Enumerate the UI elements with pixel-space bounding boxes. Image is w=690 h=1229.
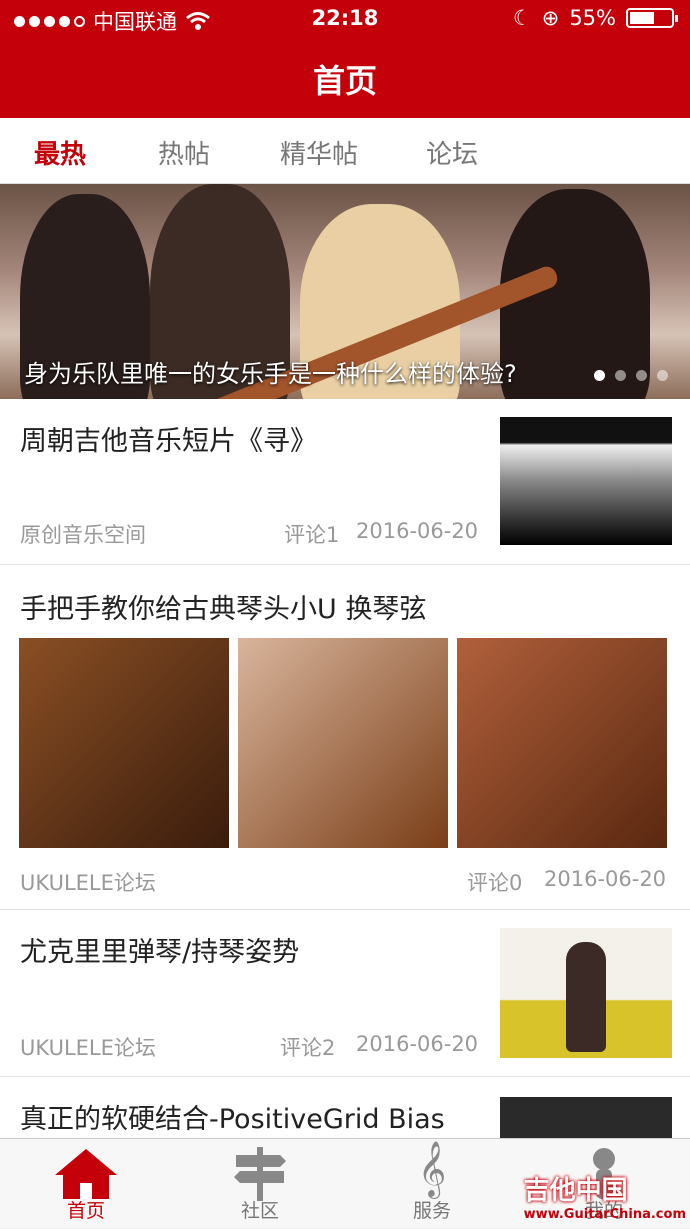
app-header: 中国联通 22:18 ☾ ⊕ 55% 首页 <box>0 0 690 118</box>
watermark-url: www.GuitarChina.com <box>523 1207 686 1222</box>
moon-icon: ☾ <box>512 6 532 30</box>
post-thumbnail <box>500 928 672 1058</box>
banner-pager <box>594 370 668 381</box>
battery-icon <box>626 8 678 28</box>
watermark-brand: 吉他中国 <box>523 1176 628 1206</box>
post-title: 尤克里里弹琴/持琴姿势 <box>20 937 300 968</box>
post-date: 2016-06-20 <box>356 519 479 543</box>
pager-dot <box>636 370 647 381</box>
banner-caption: 身为乐队里唯一的女乐手是一种什么样的体验? <box>24 360 517 388</box>
tab-hot-posts[interactable]: 热帖 <box>158 134 210 171</box>
home-icon <box>55 1149 117 1199</box>
bottom-tab-bar: 首页 社区 𝄞 服务 我的 吉他中国 www.GuitarChina.com <box>0 1138 690 1228</box>
tab-hottest[interactable]: 最热 <box>34 134 86 171</box>
post-date: 2016-06-20 <box>356 1032 479 1056</box>
post-source: UKULELE论坛 <box>20 1036 156 1060</box>
tabbar-services[interactable]: 𝄞 服务 <box>362 1139 502 1229</box>
post-title: 周朝吉他音乐短片《寻》 <box>20 426 317 457</box>
post-title: 真正的软硬结合-PositiveGrid Bias <box>20 1104 445 1135</box>
post-source: UKULELE论坛 <box>20 871 156 895</box>
pager-dot <box>657 370 668 381</box>
status-bar: 中国联通 22:18 ☾ ⊕ 55% <box>0 6 690 36</box>
page-title: 首页 <box>312 62 377 100</box>
tab-featured[interactable]: 精华帖 <box>280 134 358 171</box>
post-source: 原创音乐空间 <box>20 523 146 547</box>
post-image <box>19 638 229 848</box>
post-card[interactable]: 手把手教你给古典琴头小U 换琴弦 UKULELE论坛 评论0 2016-06-2… <box>0 565 690 910</box>
category-tabs: 最热 热帖 精华帖 论坛 <box>0 118 690 184</box>
pager-dot <box>594 370 605 381</box>
watermark: 吉他中国 www.GuitarChina.com <box>524 1170 686 1222</box>
post-comments: 评论2 <box>280 1036 336 1060</box>
featured-banner[interactable]: 身为乐队里唯一的女乐手是一种什么样的体验? <box>0 184 690 399</box>
post-thumbnail <box>500 417 672 545</box>
rotation-lock-icon: ⊕ <box>541 6 560 30</box>
pager-dot <box>615 370 626 381</box>
tabbar-home[interactable]: 首页 <box>16 1139 156 1229</box>
tabbar-label: 社区 <box>240 1200 279 1222</box>
tabbar-label: 服务 <box>412 1200 451 1222</box>
post-image <box>457 638 667 848</box>
tab-forum[interactable]: 论坛 <box>426 134 478 171</box>
post-card[interactable]: 周朝吉他音乐短片《寻》 原创音乐空间 评论1 2016-06-20 <box>0 399 690 565</box>
post-card[interactable]: 尤克里里弹琴/持琴姿势 UKULELE论坛 评论2 2016-06-20 <box>0 910 690 1077</box>
post-title: 手把手教你给古典琴头小U 换琴弦 <box>20 594 427 625</box>
post-image <box>238 638 448 848</box>
tabbar-community[interactable]: 社区 <box>190 1139 330 1229</box>
battery-percent: 55% <box>569 6 616 30</box>
post-comments: 评论1 <box>284 523 340 547</box>
tabbar-label: 首页 <box>66 1200 105 1222</box>
music-note-icon: 𝄞 <box>417 1141 447 1197</box>
post-comments: 评论0 <box>467 871 523 895</box>
post-date: 2016-06-20 <box>544 867 667 891</box>
post-feed: 周朝吉他音乐短片《寻》 原创音乐空间 评论1 2016-06-20 手把手教你给… <box>0 399 690 1167</box>
signpost-icon <box>234 1147 286 1201</box>
